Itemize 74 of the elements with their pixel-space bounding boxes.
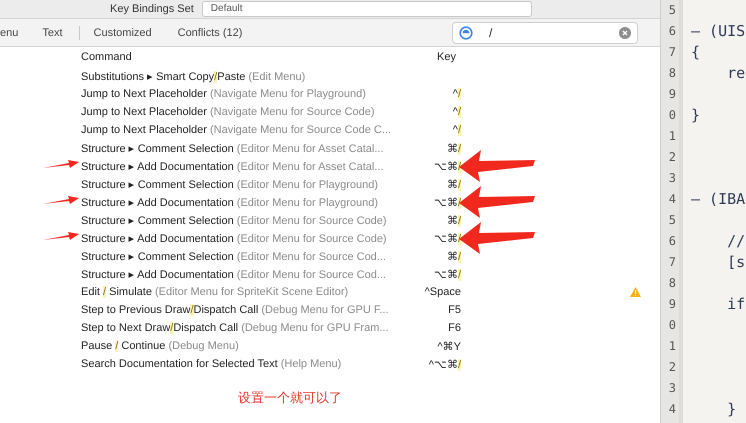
command-text: Structure ▸ Comment Selection (Editor Menu for Source Code) <box>81 214 388 226</box>
annotation-arrow <box>43 231 79 241</box>
command-text: Structure ▸ Add Documentation (Editor Menu for Source Cod... <box>81 268 387 280</box>
command-text: Structure ▸ Comment Selection (Editor Menu for Asset Catal... <box>81 142 385 154</box>
command-text: Edit / Simulate (Editor Menu for SpriteKit Scene Editor) <box>81 286 350 298</box>
line-number: 4 <box>668 191 677 208</box>
shortcut-text: F6 <box>447 322 461 334</box>
command-text: Substitutions ▸ Smart Copy/Paste (Edit Menu) <box>81 70 306 82</box>
line-number: 0 <box>668 107 677 124</box>
line-number: 7 <box>668 254 677 271</box>
shortcut-text: ⌘/ <box>446 250 461 262</box>
search-filter-icon[interactable] <box>459 26 473 40</box>
key-bindings-dropdown[interactable]: Default <box>202 1 532 17</box>
line-number: 1 <box>668 338 677 355</box>
code-line: } <box>726 399 738 420</box>
line-number: 3 <box>668 170 677 187</box>
code-line: { <box>691 42 702 63</box>
shortcut-text: F5 <box>447 304 461 316</box>
line-number: 3 <box>668 380 677 397</box>
clear-icon[interactable] <box>619 26 631 38</box>
command-text: Jump to Next Placeholder (Navigate Menu for Source Code) <box>81 106 376 118</box>
command-text: Step to Previous Draw/Dispatch Call (Debug Menu for GPU F... <box>81 304 390 316</box>
shortcut-text: ^Space <box>424 286 461 298</box>
tab[interactable]: Text <box>42 24 63 40</box>
annotation-caption: 设置一个就可以了 <box>238 389 342 407</box>
line-number: 1 <box>668 128 677 145</box>
command-text: Structure ▸ Comment Selection (Editor Menu for Playground) <box>81 178 380 190</box>
command-text: Jump to Next Placeholder (Navigate Menu for Source Code C... <box>81 124 392 136</box>
command-text: Structure ▸ Add Documentation (Editor Menu for Playground) <box>81 196 380 208</box>
code-line: – (IBA <box>691 189 746 210</box>
shortcut-text: ⌘/ <box>446 142 461 154</box>
line-number: 6 <box>668 233 677 250</box>
search-field[interactable]: / <box>452 22 638 44</box>
line-number: 6 <box>668 23 677 40</box>
command-text: Structure ▸ Add Documentation (Editor Menu for Source Code) <box>81 232 388 244</box>
column-header[interactable]: Command <box>81 51 437 63</box>
command-text: Pause / Continue (Debug Menu) <box>81 340 240 352</box>
code-line: – (UIS <box>691 21 746 42</box>
line-number: 5 <box>668 212 677 229</box>
line-number: 8 <box>668 275 677 292</box>
command-text: Structure ▸ Comment Selection (Editor Menu for Source Cod... <box>81 250 387 262</box>
shortcut-text: ^⌥⌘/ <box>428 358 461 370</box>
line-number: 5 <box>668 2 677 19</box>
line-number: 7 <box>668 44 677 61</box>
key-bindings-label: Key Bindings Set <box>110 3 194 15</box>
column-header[interactable]: Key <box>437 51 456 63</box>
shortcut-text: ⌥⌘/ <box>432 268 461 280</box>
tab[interactable]: Conflicts (12) <box>178 24 242 40</box>
line-number: 8 <box>668 65 677 82</box>
command-text: Search Documentation for Selected Text (Help Menu) <box>81 358 342 370</box>
line-number: 4 <box>668 401 677 418</box>
line-number: 9 <box>668 86 677 103</box>
shortcut-text: ⌘/ <box>446 214 461 226</box>
code-line: if <box>726 294 746 315</box>
code-line: // <box>726 231 746 252</box>
code-line: [s <box>726 252 746 273</box>
line-number: 0 <box>668 317 677 334</box>
shortcut-text: ⌘/ <box>446 178 461 190</box>
code-line: } <box>691 105 702 126</box>
command-text: Structure ▸ Add Documentation (Editor Menu for Asset Catal... <box>81 160 385 172</box>
line-number: 9 <box>668 296 677 313</box>
annotation-arrow <box>43 195 79 205</box>
shortcut-text: ^/ <box>452 88 461 100</box>
shortcut-text: ^/ <box>452 106 461 118</box>
line-number: 2 <box>668 149 677 166</box>
code-line: re <box>726 63 746 84</box>
tab[interactable]: Customized <box>94 24 152 40</box>
line-number: 2 <box>668 359 677 376</box>
tab[interactable]: enu <box>0 24 18 40</box>
command-text: Step to Next Draw/Dispatch Call (Debug Menu for GPU Fram... <box>81 322 390 334</box>
shortcut-text: ^/ <box>452 124 461 136</box>
annotation-arrow <box>43 159 79 169</box>
shortcut-text: ^⌘Y <box>436 340 461 352</box>
command-text: Jump to Next Placeholder (Navigate Menu for Playground) <box>81 88 367 100</box>
